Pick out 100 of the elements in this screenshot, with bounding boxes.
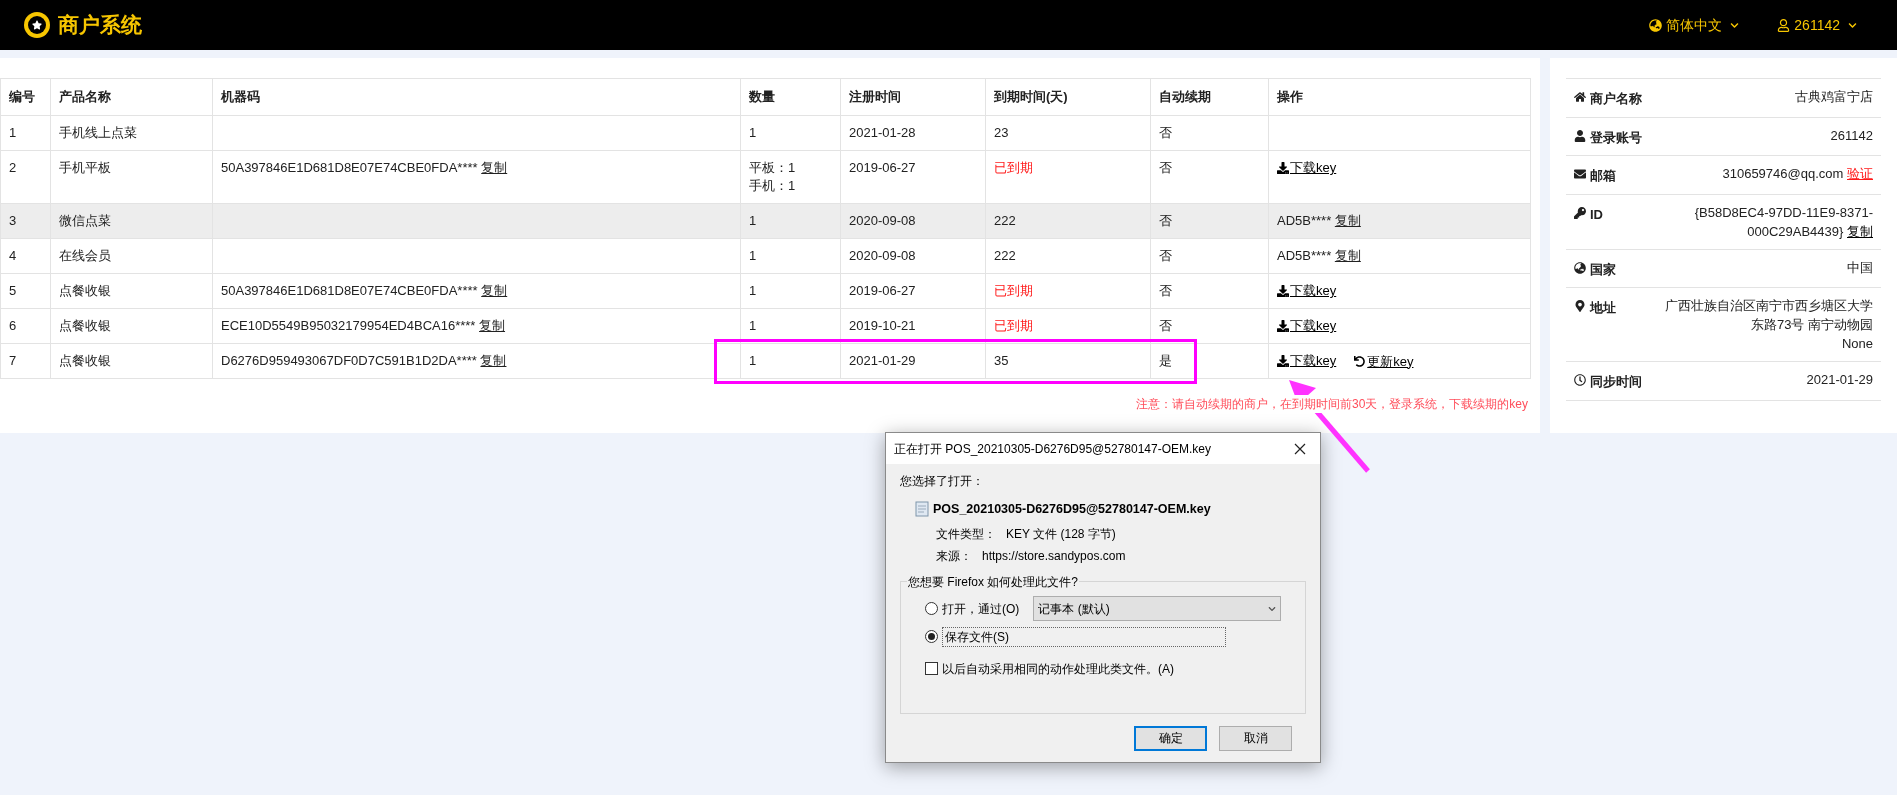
key-code: AD5B**** [1277, 213, 1332, 228]
table-cell: 2020-09-08 [840, 238, 986, 274]
table-cell: 23 [985, 115, 1151, 151]
copy-link[interactable]: 复制 [481, 160, 508, 175]
key-code: AD5B**** [1277, 248, 1332, 263]
table-cell: 否 [1150, 203, 1269, 239]
table-cell: 2021-01-29 [840, 343, 986, 379]
table-cell: 35 [985, 343, 1151, 379]
copy-link[interactable]: 复制 [1847, 223, 1873, 239]
table-cell: 微信点菜 [50, 203, 213, 239]
download-key-link[interactable]: 下载key [1277, 317, 1337, 335]
column-header: 产品名称 [50, 78, 213, 116]
quantity-text: 1 [749, 317, 758, 335]
table-cell: 否 [1150, 308, 1269, 344]
table-cell: 2019-06-27 [840, 273, 986, 309]
info-value: 古典鸡富宁店 [1795, 88, 1873, 106]
globe-icon [1649, 18, 1663, 32]
info-label: 邮箱 [1590, 167, 1616, 185]
file-icon [915, 501, 929, 518]
table-cell: 已到期 [985, 150, 1151, 204]
info-value: None [1840, 335, 1873, 353]
table-cell: 否 [1150, 273, 1269, 309]
download-icon [1277, 162, 1289, 174]
info-value: 261142 [1830, 126, 1873, 145]
user-menu[interactable]: 261142 [1777, 14, 1857, 36]
table-cell: 否 [1150, 238, 1269, 274]
radio-button[interactable] [925, 602, 938, 616]
option-label: 保存文件(S) [942, 626, 1226, 647]
map-pin-icon [1574, 300, 1586, 312]
table-cell: 否 [1150, 150, 1269, 204]
table-cell: 点餐收银 [50, 273, 213, 309]
copy-link[interactable]: 复制 [481, 283, 508, 298]
quantity-text: 1 [749, 352, 758, 370]
column-header: 数量 [740, 78, 841, 116]
copy-link[interactable]: 复制 [479, 318, 506, 333]
info-label: 地址 [1590, 299, 1616, 317]
chevron-down-icon [1848, 20, 1857, 30]
machine-code: 50A397846E1D681D8E07E74CBE0FDA**** [221, 283, 478, 298]
quantity-text: 1 [749, 282, 758, 300]
logo-icon [24, 12, 50, 38]
envelope-icon [1574, 168, 1586, 180]
ok-button[interactable]: 确定 [1134, 725, 1207, 751]
dialog-intro: 您选择了打开： [900, 473, 985, 490]
machine-code: ECE10D5549B95032179954ED4BCA16**** [221, 318, 476, 333]
dialog-title: 正在打开 POS_20210305-D6276D95@52780147-OEM.key [894, 440, 1213, 458]
close-icon [1294, 442, 1306, 455]
copy-link[interactable]: 复制 [1334, 248, 1361, 263]
table-cell: 点餐收银 [50, 308, 213, 344]
quantity-text: 1 [749, 124, 758, 142]
verify-link[interactable]: 验证 [1847, 166, 1873, 181]
language-menu[interactable]: 简体中文 [1649, 14, 1740, 36]
machine-code: D6276D959493067DF0D7C591B1D2DA**** [221, 353, 477, 368]
info-label: 商户名称 [1590, 90, 1642, 108]
column-header: 编号 [0, 78, 51, 116]
info-value: {B58D8EC4-97DD-11E9-8371-000C29AB4439} 复制 [1693, 203, 1873, 241]
table-cell: 点餐收银 [50, 343, 213, 379]
info-label: 登录账号 [1590, 128, 1642, 147]
option-label: 以后自动采用相同的动作处理此类文件。(A) [942, 660, 1174, 678]
table-cell: 222 [985, 203, 1151, 239]
download-key-link[interactable]: 下载key [1277, 159, 1337, 177]
chevron-down-icon [1730, 20, 1740, 30]
table-cell: 2020-09-08 [840, 203, 986, 239]
column-header: 操作 [1268, 78, 1531, 116]
info-label: 同步时间 [1590, 373, 1642, 391]
file-name: POS_20210305-D6276D95@52780147-OEM.key [933, 501, 1211, 518]
download-key-link[interactable]: 下载key [1277, 282, 1337, 300]
key-icon [1574, 206, 1586, 219]
detail-label: 文件类型： [936, 525, 996, 543]
table-cell: 手机线上点菜 [50, 115, 213, 151]
table-cell: 手机平板 [50, 150, 213, 204]
machine-code: 50A397846E1D681D8E07E74CBE0FDA**** [221, 160, 478, 175]
table-cell: 2019-06-27 [840, 150, 986, 204]
quantity-text: 手机：1 [749, 177, 797, 195]
table-cell: 在线会员 [50, 238, 213, 274]
info-value: 广西壮族自治区南宁市西乡塘区大学东路73号 南宁动物园 [1664, 297, 1873, 334]
application-select[interactable]: 记事本 (默认) [1033, 596, 1281, 622]
user-icon [1777, 18, 1791, 32]
checkbox[interactable] [925, 662, 938, 676]
info-label: ID [1590, 205, 1603, 224]
column-header: 到期时间(天) [985, 78, 1151, 116]
option-label: 打开，通过(O) [942, 600, 1020, 618]
renew-key-link[interactable]: 更新key [1354, 352, 1414, 371]
table-cell: 5 [0, 273, 51, 309]
globe-icon [1574, 261, 1586, 274]
home-icon [1574, 91, 1586, 103]
quantity-text: 1 [749, 212, 758, 230]
table-cell: 4 [0, 238, 51, 274]
table-cell: 2021-01-28 [840, 115, 986, 151]
table-cell: 1 [0, 115, 51, 151]
column-header: 注册时间 [840, 78, 986, 116]
chevron-down-icon [1268, 604, 1276, 613]
copy-link[interactable]: 复制 [480, 353, 507, 368]
clock-icon [1574, 374, 1586, 386]
cancel-button[interactable]: 取消 [1219, 725, 1292, 751]
radio-button[interactable] [925, 630, 938, 644]
download-key-link[interactable]: 下载key [1277, 352, 1337, 370]
quantity-text: 平板：1 [749, 159, 797, 177]
table-cell: 222 [985, 238, 1151, 274]
detail-value: KEY 文件 (128 字节) [1006, 525, 1116, 543]
copy-link[interactable]: 复制 [1334, 213, 1361, 228]
